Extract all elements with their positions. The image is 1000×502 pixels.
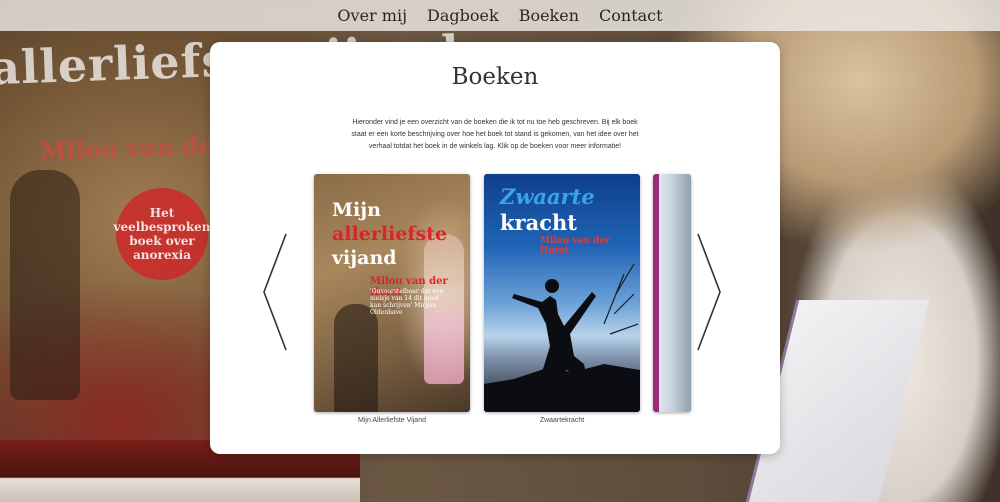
book-title-line1: Mijn bbox=[332, 199, 381, 221]
page-title: Boeken bbox=[451, 64, 539, 90]
book-caption[interactable]: Zwaartekracht bbox=[484, 417, 640, 424]
background-silhouette bbox=[10, 170, 80, 400]
book-cover-partial[interactable] bbox=[653, 174, 691, 412]
book-cover-quote: 'Onvoorstelbaar dat een meisje van 14 di… bbox=[370, 288, 444, 316]
main-nav: Over mij Dagboek Boeken Contact bbox=[0, 0, 1000, 31]
intro-text: Hieronder vind je een overzicht van de b… bbox=[351, 119, 639, 150]
nav-item-boeken[interactable]: Boeken bbox=[509, 0, 589, 31]
nav-item-contact[interactable]: Contact bbox=[589, 0, 673, 31]
book-cover-title: Mijn allerliefste vijand bbox=[332, 198, 468, 270]
nav-item-dagboek[interactable]: Dagboek bbox=[417, 0, 509, 31]
book-caption[interactable]: Mijn Allerliefste Vijand bbox=[314, 417, 470, 424]
carousel-prev-button[interactable] bbox=[262, 232, 288, 352]
book-title-line2: allerliefste bbox=[332, 223, 448, 245]
carousel-next-button[interactable] bbox=[696, 232, 722, 352]
chevron-right-icon bbox=[697, 233, 721, 351]
book-cover-mijn-allerliefste-vijand[interactable]: Mijn allerliefste vijand Milou van der H… bbox=[314, 174, 470, 412]
background-sticker: Het veelbesproken boek over anorexia bbox=[114, 188, 211, 280]
book-cover-author: Milou van der Horst bbox=[540, 236, 610, 256]
book-title-line1: Zwaarte bbox=[500, 184, 595, 209]
cover-shadow-figure bbox=[334, 304, 378, 412]
nav-item-over-mij[interactable]: Over mij bbox=[327, 0, 417, 31]
book-cover-zwaartekracht[interactable]: Zwaarte kracht Milou van der Horst bbox=[484, 174, 640, 412]
content-panel: Boeken Hieronder vind je een overzicht v… bbox=[210, 42, 780, 454]
book-title-line2: kracht bbox=[500, 210, 577, 235]
chevron-left-icon bbox=[263, 233, 287, 351]
book-cover-title: Zwaarte kracht bbox=[500, 184, 636, 236]
book-title-line3: vijand bbox=[332, 247, 397, 269]
